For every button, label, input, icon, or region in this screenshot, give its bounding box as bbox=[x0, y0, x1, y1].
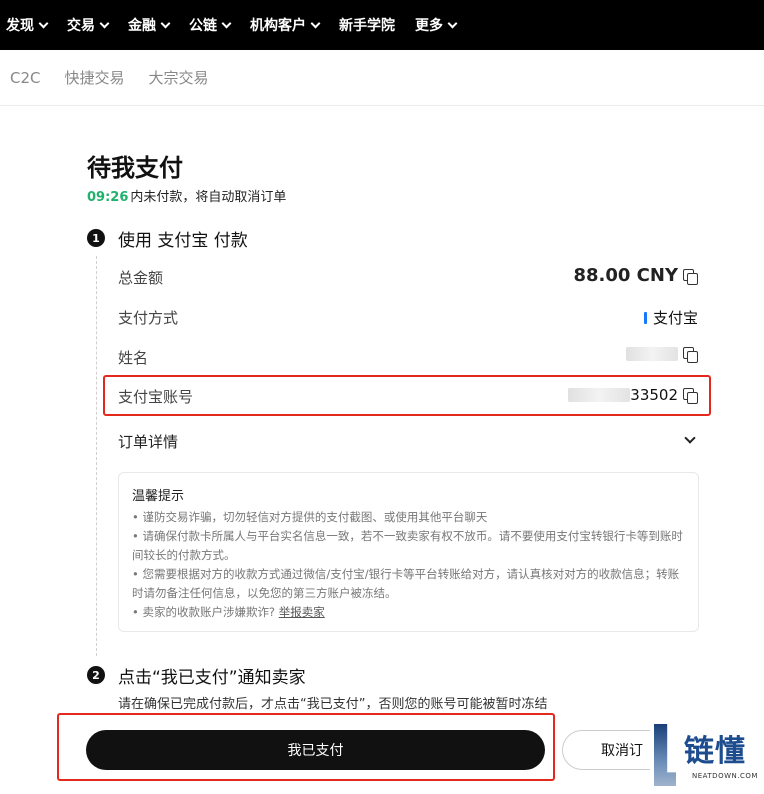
nav-item-label: 机构客户 bbox=[250, 18, 306, 34]
notice-box: 温馨提示 • 谨防交易诈骗，切勿轻信对方提供的支付截图、或使用其他平台聊天 • … bbox=[118, 472, 699, 632]
notice-item: • 谨防交易诈骗，切勿轻信对方提供的支付截图、或使用其他平台聊天 bbox=[132, 510, 488, 524]
redacted-account bbox=[568, 388, 631, 402]
page-title: 待我支付 bbox=[87, 154, 183, 182]
countdown-text: 内未付款，将自动取消订单 bbox=[130, 190, 287, 205]
notice-item: • 您需要根据对方的收款方式通过微信/支付宝/银行卡等平台转账给对方，请认真核对… bbox=[132, 567, 680, 600]
payment-method-value: 支付宝 bbox=[643, 307, 698, 328]
chevron-down-icon bbox=[160, 18, 171, 28]
chevron-down-icon bbox=[447, 18, 458, 28]
nav-item-label: 交易 bbox=[67, 18, 95, 34]
copy-icon[interactable] bbox=[682, 268, 698, 285]
step-2-title: 点击“我已支付”通知卖家 bbox=[118, 668, 306, 688]
step-2-badge: 2 bbox=[87, 666, 105, 684]
subnav-item-quick-trade[interactable]: 快捷交易 bbox=[65, 67, 125, 88]
total-amount-label: 总金额 bbox=[118, 269, 164, 287]
order-details-toggle[interactable]: 订单详情 bbox=[118, 431, 178, 452]
chevron-down-icon bbox=[99, 18, 110, 28]
redacted-name bbox=[626, 347, 678, 361]
step-1-title: 使用 支付宝 付款 bbox=[118, 231, 248, 251]
nav-item-discover[interactable]: 发现 bbox=[6, 15, 49, 35]
notice-title: 温馨提示 bbox=[132, 489, 185, 504]
notice-item: • 请确保付款卡所属人与平台实名信息一致，若不一致卖家有权不放币。请不要使用支付… bbox=[132, 529, 683, 562]
alipay-account-value: 33502 bbox=[568, 386, 698, 404]
report-seller-link[interactable]: 举报卖家 bbox=[279, 605, 325, 619]
nav-item-label: 新手学院 bbox=[339, 18, 395, 34]
chevron-down-icon bbox=[310, 18, 321, 28]
chevron-down-icon bbox=[38, 18, 49, 28]
sub-nav: C2C 快捷交易 大宗交易 bbox=[0, 50, 764, 106]
nav-item-trade[interactable]: 交易 bbox=[67, 15, 110, 35]
top-nav: 发现 交易 金融 公链 机构客户 新手学院 更多 bbox=[0, 0, 764, 50]
watermark-subtext: NEATDOWN.COM bbox=[692, 772, 758, 780]
copy-icon[interactable] bbox=[682, 387, 698, 404]
nav-item-more[interactable]: 更多 bbox=[415, 15, 458, 35]
alipay-account: 33502 bbox=[630, 386, 678, 404]
countdown-line: 09:26 内未付款，将自动取消订单 bbox=[87, 186, 286, 205]
payment-method-label: 支付方式 bbox=[118, 309, 179, 327]
subnav-item-block-trade[interactable]: 大宗交易 bbox=[149, 67, 209, 88]
nav-item-label: 金融 bbox=[128, 18, 156, 34]
countdown-timer: 09:26 bbox=[87, 190, 129, 205]
watermark-logo: 链懂 NEATDOWN.COM bbox=[650, 722, 762, 792]
paid-button[interactable]: 我已支付 bbox=[86, 730, 545, 770]
nav-item-institutional[interactable]: 机构客户 bbox=[250, 15, 321, 35]
nav-item-label: 更多 bbox=[415, 18, 443, 34]
alipay-account-label: 支付宝账号 bbox=[118, 388, 194, 406]
copy-icon[interactable] bbox=[682, 346, 698, 363]
nav-item-label: 发现 bbox=[6, 18, 34, 34]
nav-item-chain[interactable]: 公链 bbox=[189, 15, 232, 35]
nav-item-academy[interactable]: 新手学院 bbox=[339, 15, 395, 35]
chevron-down-icon[interactable] bbox=[684, 432, 696, 444]
notice-item-text: • 卖家的收款账户涉嫌欺诈? bbox=[132, 605, 276, 619]
step-connector-line bbox=[96, 256, 97, 656]
payee-name-value bbox=[626, 346, 698, 363]
nav-item-finance[interactable]: 金融 bbox=[128, 15, 171, 35]
alipay-indicator bbox=[643, 311, 647, 324]
logo-l-icon bbox=[654, 724, 676, 786]
chevron-down-icon bbox=[221, 18, 232, 28]
payment-method: 支付宝 bbox=[652, 309, 698, 327]
step-1-badge: 1 bbox=[87, 229, 105, 247]
total-amount-value: 88.00 CNY bbox=[573, 265, 698, 286]
watermark-text: 链懂 bbox=[684, 734, 746, 769]
notice-item: • 卖家的收款账户涉嫌欺诈? 举报卖家 bbox=[132, 603, 686, 622]
total-amount: 88.00 CNY bbox=[573, 265, 678, 286]
subnav-item-c2c[interactable]: C2C bbox=[10, 69, 41, 87]
payee-name-label: 姓名 bbox=[118, 349, 149, 367]
step-2-description: 请在确保已完成付款后，才点击“我已支付”，否则您的账号可能被暂时冻结 bbox=[118, 697, 548, 712]
nav-item-label: 公链 bbox=[189, 18, 217, 34]
